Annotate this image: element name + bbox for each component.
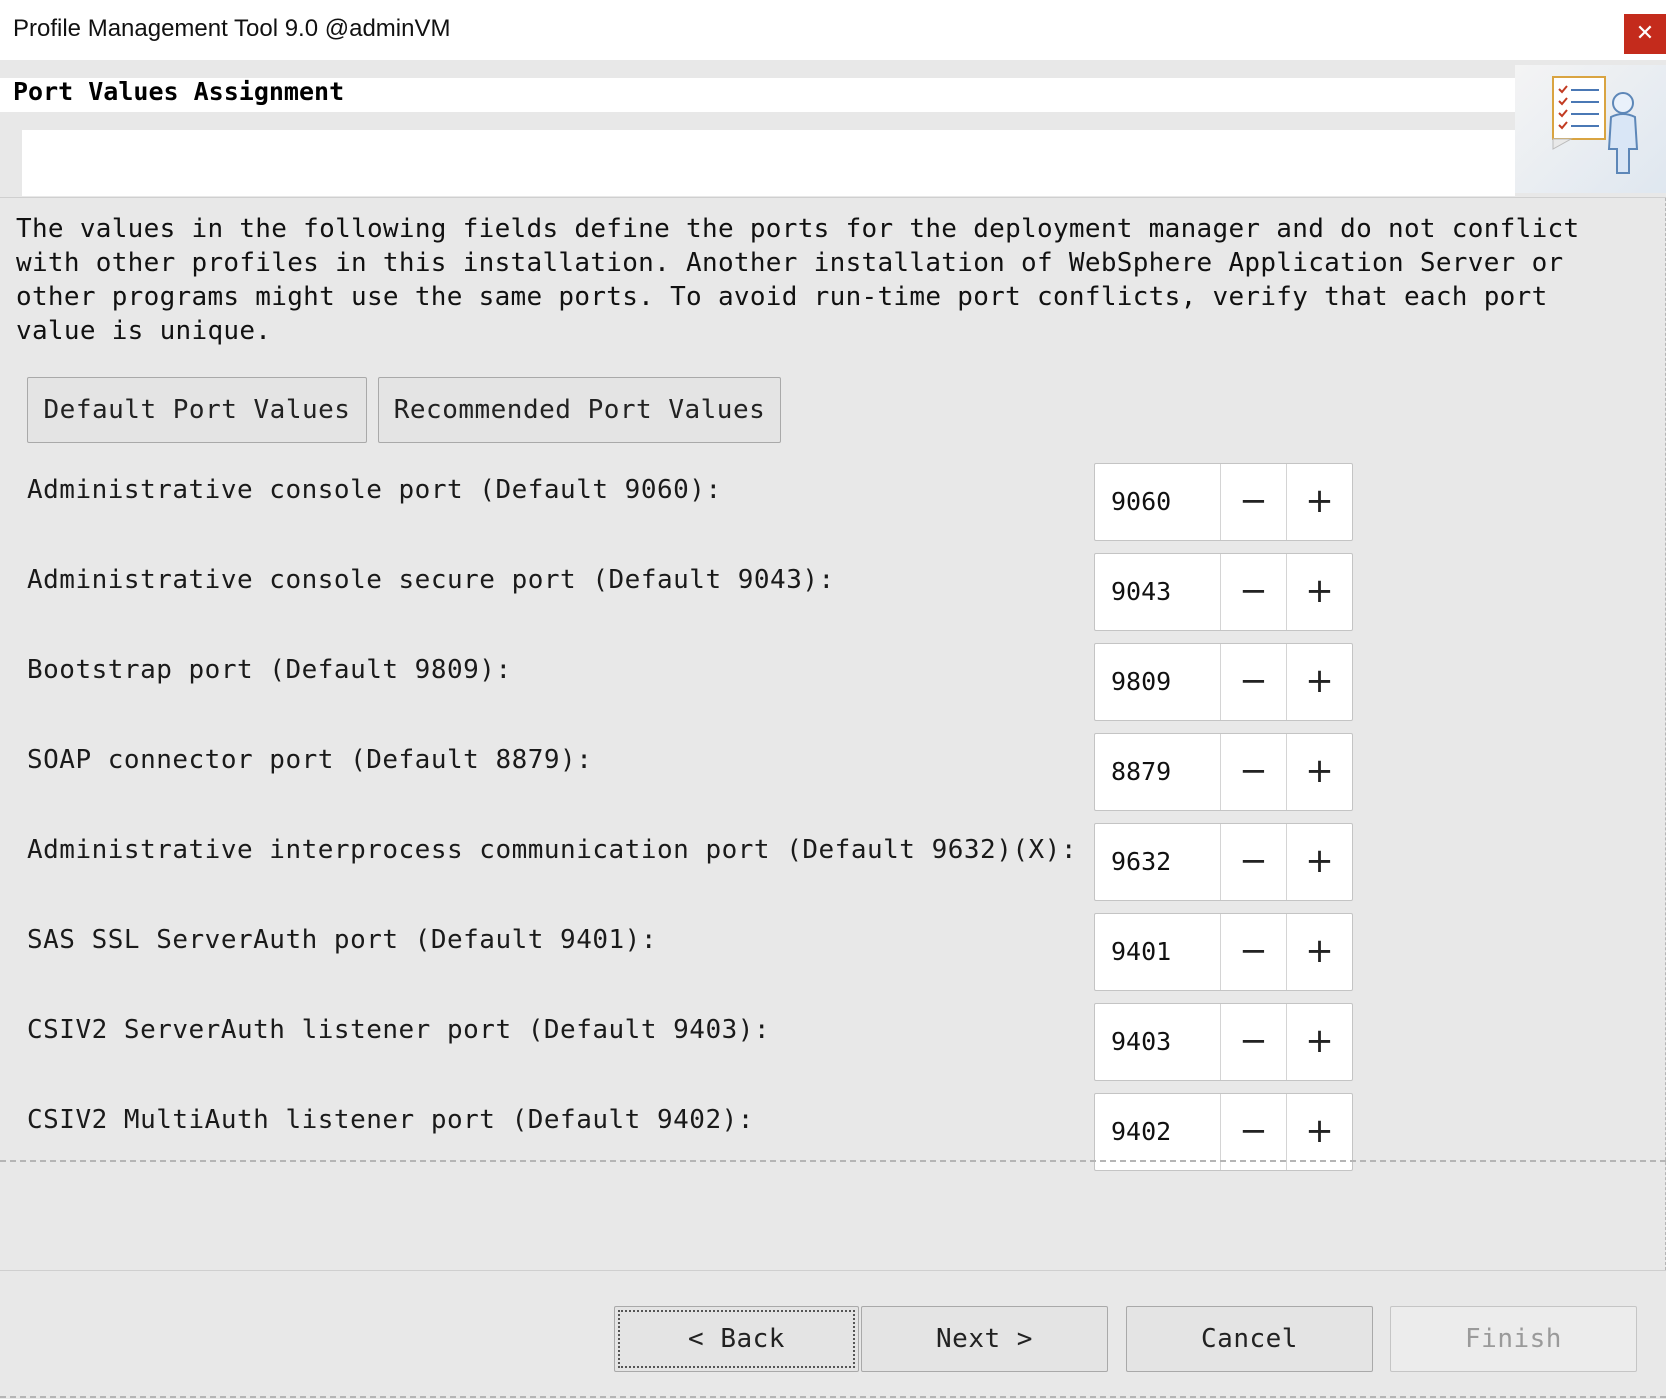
close-icon: ✕ [1635,21,1655,46]
minus-icon: − [1239,931,1268,971]
decrement-button[interactable]: − [1220,734,1286,810]
minus-icon: − [1239,481,1268,521]
minus-icon: − [1239,1111,1268,1151]
port-spinner-sas-ssl-serverauth: 9401 − + [1094,913,1353,991]
decrement-button[interactable]: − [1220,824,1286,900]
plus-icon: + [1305,661,1334,701]
port-label: Administrative interprocess communicatio… [27,835,1077,865]
increment-button[interactable]: + [1286,914,1352,990]
close-button[interactable]: ✕ [1624,14,1666,54]
port-spinner-bootstrap: 9809 − + [1094,643,1353,721]
port-spinner-admin-console: 9060 − + [1094,463,1353,541]
plus-icon: + [1305,1021,1334,1061]
port-row-sas-ssl-serverauth: SAS SSL ServerAuth port (Default 9401): … [0,913,1666,1003]
minus-icon: − [1239,661,1268,701]
recommended-port-values-button[interactable]: Recommended Port Values [378,377,781,443]
increment-button[interactable]: + [1286,1004,1352,1080]
decrement-button[interactable]: − [1220,914,1286,990]
port-label: SAS SSL ServerAuth port (Default 9401): [27,925,657,955]
port-row-csiv2-serverauth: CSIV2 ServerAuth listener port (Default … [0,1003,1666,1093]
port-row-soap-connector: SOAP connector port (Default 8879): 8879… [0,733,1666,823]
decrement-button[interactable]: − [1220,1004,1286,1080]
plus-icon: + [1305,841,1334,881]
port-value-input[interactable]: 9403 [1111,1004,1171,1080]
minus-icon: − [1239,1021,1268,1061]
port-spinner-admin-console-secure: 9043 − + [1094,553,1353,631]
scroll-area-divider [0,1160,1666,1162]
increment-button[interactable]: + [1286,824,1352,900]
port-label: CSIV2 ServerAuth listener port (Default … [27,1015,771,1045]
increment-button[interactable]: + [1286,734,1352,810]
port-row-admin-ipc: Administrative interprocess communicatio… [0,823,1666,913]
port-label: SOAP connector port (Default 8879): [27,745,593,775]
plus-icon: + [1305,571,1334,611]
footer-divider [0,1396,1666,1398]
port-label: Administrative console secure port (Defa… [27,565,835,595]
port-row-bootstrap: Bootstrap port (Default 9809): 9809 − + [0,643,1666,733]
minus-icon: − [1239,571,1268,611]
title-bar: Profile Management Tool 9.0 @adminVM ✕ [0,0,1666,60]
port-value-input[interactable]: 9402 [1111,1094,1171,1170]
port-spinner-soap-connector: 8879 − + [1094,733,1353,811]
port-row-csiv2-multiauth: CSIV2 MultiAuth listener port (Default 9… [0,1093,1666,1183]
minus-icon: − [1239,751,1268,791]
port-value-input[interactable]: 9632 [1111,824,1171,900]
increment-button[interactable]: + [1286,1094,1352,1170]
next-button[interactable]: Next > [861,1306,1108,1372]
port-spinner-csiv2-serverauth: 9403 − + [1094,1003,1353,1081]
plus-icon: + [1305,931,1334,971]
port-row-admin-console: Administrative console port (Default 906… [0,463,1666,553]
decrement-button[interactable]: − [1220,1094,1286,1170]
page-title: Port Values Assignment [13,77,345,106]
increment-button[interactable]: + [1286,644,1352,720]
increment-button[interactable]: + [1286,464,1352,540]
content-panel: The values in the following fields defin… [0,198,1666,1270]
port-row-admin-console-secure: Administrative console secure port (Defa… [0,553,1666,643]
default-port-values-button[interactable]: Default Port Values [27,377,367,443]
plus-icon: + [1305,751,1334,791]
wizard-header: Port Values Assignment [0,60,1666,198]
port-list[interactable]: Administrative console port (Default 906… [0,463,1666,1363]
port-value-input[interactable]: 9060 [1111,464,1171,540]
intro-text: The values in the following fields defin… [16,214,1580,346]
increment-button[interactable]: + [1286,554,1352,630]
port-spinner-admin-ipc: 9632 − + [1094,823,1353,901]
decrement-button[interactable]: − [1220,644,1286,720]
decrement-button[interactable]: − [1220,554,1286,630]
wizard-footer: < Back Next > Cancel Finish [0,1270,1666,1399]
back-button[interactable]: < Back [614,1306,859,1372]
header-description-box [22,130,1515,196]
wizard-checklist-person-icon [1515,65,1666,193]
port-value-input[interactable]: 9809 [1111,644,1171,720]
port-label: Administrative console port (Default 906… [27,475,722,505]
port-value-input[interactable]: 9043 [1111,554,1171,630]
port-label: CSIV2 MultiAuth listener port (Default 9… [27,1105,754,1135]
decrement-button[interactable]: − [1220,464,1286,540]
port-value-input[interactable]: 9401 [1111,914,1171,990]
finish-button: Finish [1390,1306,1637,1372]
plus-icon: + [1305,1111,1334,1151]
port-label: Bootstrap port (Default 9809): [27,655,512,685]
minus-icon: − [1239,841,1268,881]
cancel-button[interactable]: Cancel [1126,1306,1373,1372]
window-title: Profile Management Tool 9.0 @adminVM [13,15,451,42]
plus-icon: + [1305,481,1334,521]
port-value-input[interactable]: 8879 [1111,734,1171,810]
